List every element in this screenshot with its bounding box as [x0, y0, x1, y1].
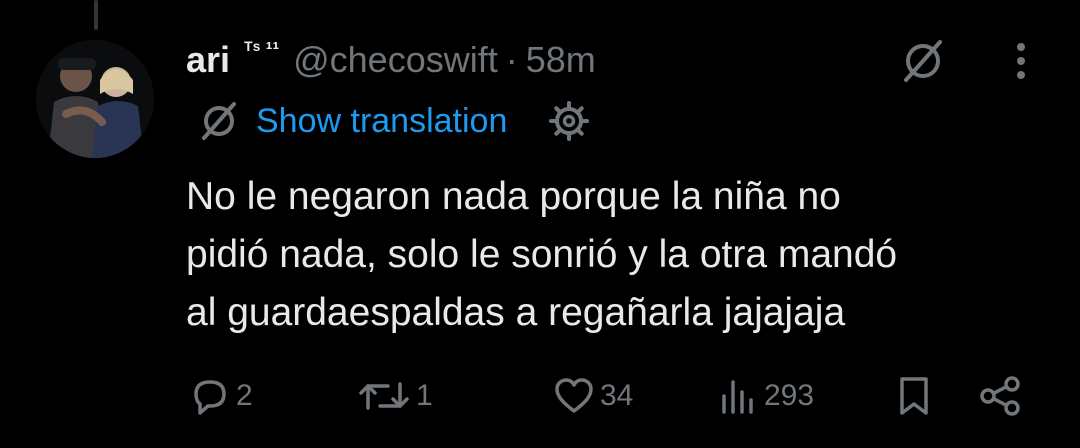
author-badges: ᵀˢ ¹¹ — [244, 38, 280, 61]
views-icon — [722, 380, 753, 414]
thread-line — [94, 0, 98, 30]
action-bar: 2 1 34 293 — [0, 370, 1080, 422]
translation-settings-button[interactable] — [547, 99, 591, 143]
avatar[interactable] — [36, 40, 154, 158]
share-icon — [980, 376, 1020, 416]
more-options-icon — [1017, 43, 1025, 79]
translation-row: Show translation — [198, 98, 591, 144]
timestamp[interactable]: 58m — [526, 39, 596, 81]
reply-count: 2 — [236, 379, 253, 412]
views-button[interactable]: 293 — [716, 370, 814, 422]
grok-icon — [904, 40, 942, 82]
show-translation-label: Show translation — [256, 101, 508, 140]
grok-button[interactable] — [900, 38, 946, 84]
share-button[interactable] — [976, 370, 1024, 422]
bookmark-icon — [900, 377, 928, 415]
retweet-button[interactable]: 1 — [356, 370, 433, 422]
author-name[interactable]: ari — [186, 39, 230, 81]
tweet-header: ari ᵀˢ ¹¹ @checoswift · 58m — [186, 32, 596, 88]
like-count: 34 — [600, 379, 634, 412]
bookmark-button[interactable] — [892, 370, 936, 422]
gear-icon — [549, 101, 590, 141]
tweet-text: No le negaron nada porque la niña no pid… — [186, 175, 898, 334]
separator-dot: · — [505, 39, 518, 80]
like-button[interactable]: 34 — [552, 370, 633, 422]
reply-button[interactable]: 2 — [188, 370, 253, 422]
retweet-count: 1 — [416, 379, 433, 412]
author-handle[interactable]: @checoswift — [293, 39, 498, 81]
heart-icon — [555, 378, 593, 413]
retweet-icon — [359, 382, 409, 410]
grok-translate-icon — [202, 102, 236, 140]
view-count: 293 — [764, 379, 815, 412]
show-translation-link[interactable]: Show translation — [198, 100, 507, 142]
avatar-image — [36, 40, 154, 158]
reply-icon — [194, 380, 226, 415]
more-options-button[interactable] — [1004, 38, 1038, 84]
